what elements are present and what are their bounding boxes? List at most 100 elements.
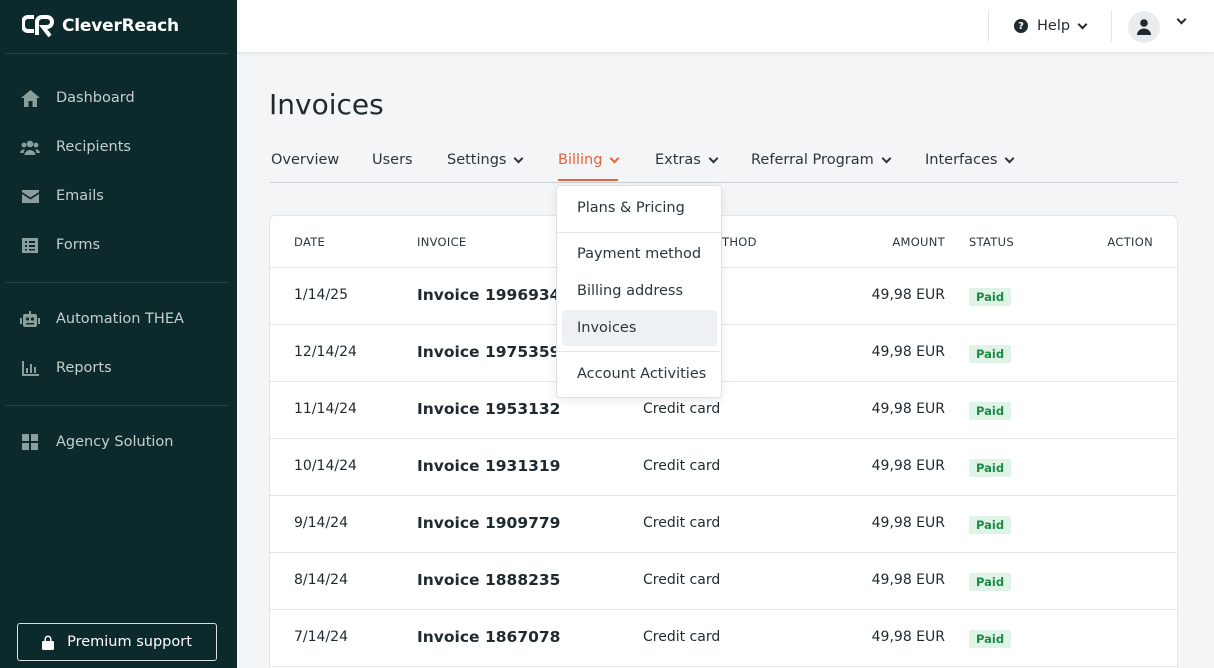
brand-logo[interactable]: CleverReach (21, 14, 179, 38)
status-badge: Paid (969, 288, 1012, 306)
table-row: 8/14/24 Invoice 1888235 Credit card 49,9… (270, 553, 1177, 610)
top-bar: ? Help (237, 0, 1214, 53)
user-menu-chevron-icon[interactable] (1176, 14, 1187, 25)
invoice-link[interactable]: Invoice 1909779 (417, 514, 560, 532)
payment-method: Credit card (643, 572, 721, 588)
tab-label: Referral Program (751, 152, 874, 168)
bar-chart-icon (20, 359, 40, 377)
invoice-date: 9/14/24 (294, 515, 348, 531)
payment-method: Credit card (643, 515, 721, 531)
tab-users[interactable]: Users (372, 152, 413, 168)
sidebar-item-label: Emails (56, 188, 104, 204)
invoice-date: 11/14/24 (294, 401, 357, 417)
invoice-amount: 49,98 EUR (871, 401, 945, 417)
tab-interfaces[interactable]: Interfaces (925, 152, 1015, 168)
status-badge: Paid (969, 345, 1012, 363)
billing-tabs: Overview Users Settings Billing Extras R… (270, 145, 1178, 183)
invoice-date: 10/14/24 (294, 458, 357, 474)
sidebar-divider (5, 405, 229, 406)
chevron-down-icon (708, 153, 719, 163)
brand-name: CleverReach (62, 16, 179, 36)
tab-extras[interactable]: Extras (655, 152, 719, 168)
column-header-method[interactable]: THOD (722, 235, 757, 249)
topbar-divider (1111, 10, 1112, 42)
column-header-status[interactable]: STATUS (969, 235, 1014, 249)
menu-item-invoices[interactable]: Invoices (562, 310, 717, 346)
robot-icon (20, 310, 40, 328)
premium-support-button[interactable]: Premium support (17, 623, 217, 661)
tab-referral-program[interactable]: Referral Program (751, 152, 892, 168)
table-row: 12/14/24 Invoice 1975359 49,98 EUR Paid (270, 325, 1177, 382)
sidebar-item-label: Agency Solution (56, 434, 174, 450)
invoice-amount: 49,98 EUR (871, 287, 945, 303)
status-badge: Paid (969, 402, 1012, 420)
cleverreach-logo-icon (21, 14, 56, 38)
sidebar-item-agency-solution[interactable]: Agency Solution (20, 429, 173, 455)
payment-method: Credit card (643, 458, 721, 474)
sidebar-item-label: Recipients (56, 139, 131, 155)
sidebar-item-recipients[interactable]: Recipients (20, 134, 131, 160)
invoice-link[interactable]: Invoice 1953132 (417, 400, 560, 418)
invoice-link[interactable]: Invoice 1931319 (417, 457, 560, 475)
table-row: 10/14/24 Invoice 1931319 Credit card 49,… (270, 439, 1177, 496)
invoice-date: 1/14/25 (294, 287, 348, 303)
tab-overview[interactable]: Overview (271, 152, 339, 168)
tab-label: Extras (655, 152, 701, 168)
sidebar-item-reports[interactable]: Reports (20, 355, 112, 381)
menu-item-payment-method[interactable]: Payment method (562, 236, 717, 272)
sidebar-item-forms[interactable]: Forms (20, 232, 100, 258)
menu-item-billing-address[interactable]: Billing address (562, 273, 717, 309)
invoices-table: DATE INVOICE THOD AMOUNT STATUS ACTION 1… (269, 215, 1178, 668)
tab-settings[interactable]: Settings (447, 152, 524, 168)
tab-label: Interfaces (925, 152, 998, 168)
grid-icon (20, 433, 40, 451)
chevron-down-icon (1005, 153, 1015, 163)
invoice-amount: 49,98 EUR (871, 629, 945, 645)
table-row: 1/14/25 Invoice 1996934 49,98 EUR Paid (270, 268, 1177, 325)
column-header-date[interactable]: DATE (294, 235, 325, 249)
invoice-amount: 49,98 EUR (871, 344, 945, 360)
invoice-date: 12/14/24 (294, 344, 357, 360)
invoice-link[interactable]: Invoice 1867078 (417, 628, 560, 646)
menu-divider (557, 351, 721, 352)
invoice-amount: 49,98 EUR (871, 572, 945, 588)
help-icon: ? (1014, 19, 1028, 33)
chevron-down-icon (514, 153, 524, 163)
users-icon (20, 138, 40, 156)
tab-label: Billing (558, 152, 603, 168)
sidebar-item-automation-thea[interactable]: Automation THEA (20, 306, 184, 332)
tab-billing[interactable]: Billing (558, 152, 620, 181)
sidebar-item-dashboard[interactable]: Dashboard (20, 85, 135, 111)
chevron-down-icon (1077, 19, 1088, 29)
sidebar-item-emails[interactable]: Emails (20, 183, 104, 209)
sidebar-divider (5, 53, 229, 54)
user-avatar-button[interactable] (1128, 11, 1160, 43)
sidebar-item-label: Reports (56, 360, 112, 376)
menu-item-plans-pricing[interactable]: Plans & Pricing (562, 190, 717, 226)
invoice-amount: 49,98 EUR (871, 458, 945, 474)
table-header: DATE INVOICE THOD AMOUNT STATUS ACTION (270, 216, 1177, 268)
status-badge: Paid (969, 630, 1012, 648)
table-row: 9/14/24 Invoice 1909779 Credit card 49,9… (270, 496, 1177, 553)
topbar-divider (988, 10, 989, 42)
column-header-invoice[interactable]: INVOICE (417, 235, 467, 249)
user-icon (1137, 19, 1151, 35)
table-row: 7/14/24 Invoice 1867078 Credit card 49,9… (270, 610, 1177, 667)
tab-label: Overview (271, 152, 340, 168)
status-badge: Paid (969, 459, 1012, 477)
envelope-icon (20, 187, 40, 205)
payment-method: Credit card (643, 629, 721, 645)
invoice-link[interactable]: Invoice 1888235 (417, 571, 560, 589)
chevron-down-icon (610, 153, 620, 163)
sidebar-divider (5, 282, 229, 283)
tab-label: Settings (447, 152, 507, 168)
invoice-link[interactable]: Invoice 1975359 (417, 343, 560, 361)
payment-method: Credit card (643, 401, 721, 417)
help-menu-button[interactable]: ? Help (1014, 15, 1088, 37)
invoice-link[interactable]: Invoice 1996934 (417, 286, 560, 304)
menu-item-account-activities[interactable]: Account Activities (562, 356, 717, 392)
column-header-amount[interactable]: AMOUNT (892, 235, 945, 249)
sidebar: CleverReach Dashboard Recipients Emails … (0, 0, 237, 668)
page-title: Invoices (269, 88, 384, 121)
tab-label: Users (372, 152, 413, 168)
